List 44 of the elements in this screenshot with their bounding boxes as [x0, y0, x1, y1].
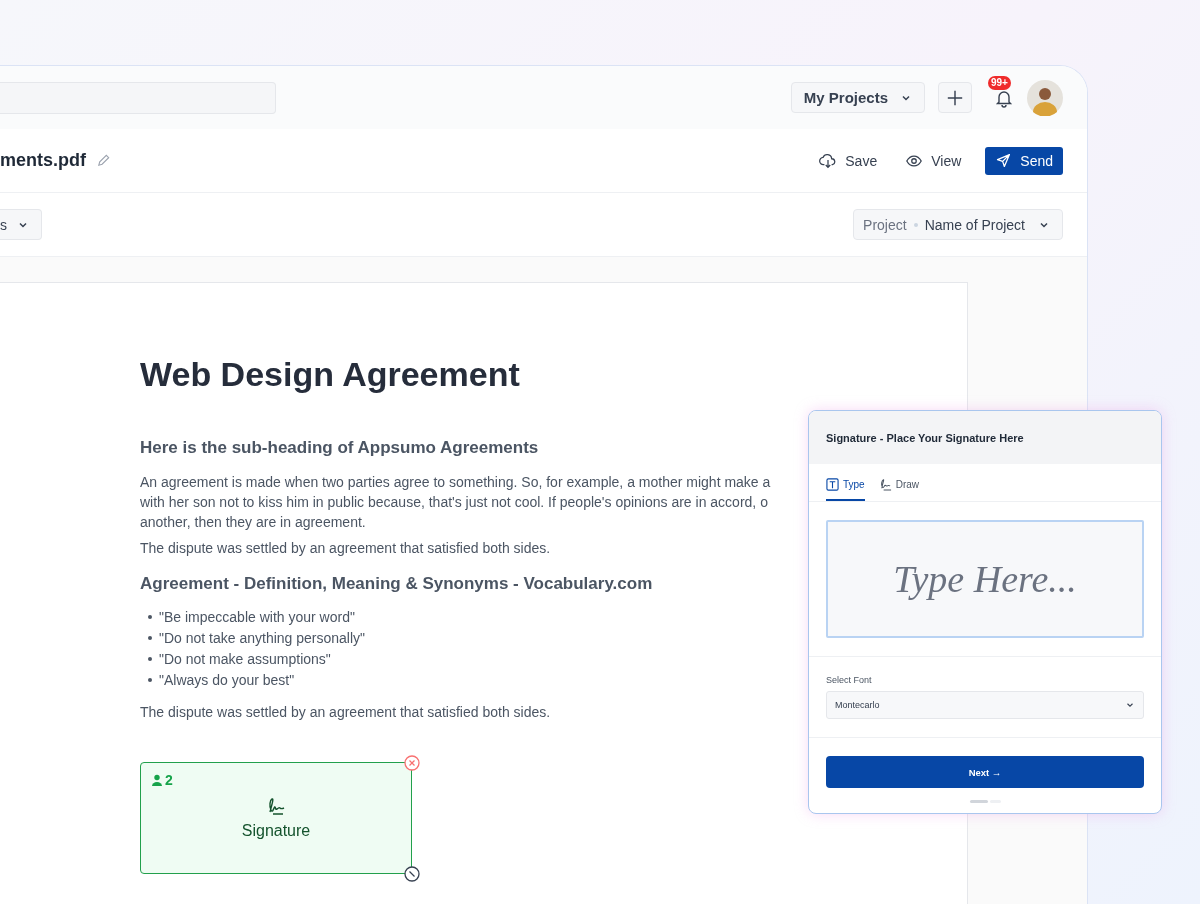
list-item: "Do not make assumptions"	[159, 650, 331, 667]
bullet-icon	[148, 656, 152, 661]
cloud-download-icon	[819, 151, 838, 170]
notification-badge: 99+	[988, 75, 1011, 90]
plus-icon	[946, 88, 964, 107]
signature-icon	[878, 478, 892, 491]
section-heading: Agreement - Definition, Meaning & Synonyms - Vocabulary.com	[140, 574, 653, 594]
tab[interactable]: Type	[826, 464, 865, 501]
project-dropdown[interactable]: Project Name of Project	[853, 209, 1063, 240]
list-item: "Always do your best"	[159, 671, 295, 688]
close-icon[interactable]	[404, 755, 420, 771]
signature-field[interactable]: 2 Signature	[140, 762, 412, 874]
signer-number: 2	[165, 772, 173, 788]
bullet-icon	[148, 614, 152, 619]
paragraph: The dispute was settled by an agreement that satisfied both sides.	[140, 539, 551, 558]
paragraph-line: another, then they are in agreement.	[140, 513, 366, 532]
signature-input[interactable]: Type Here...	[826, 520, 1144, 638]
send-button[interactable]: Send	[985, 146, 1063, 175]
add-button[interactable]	[938, 82, 972, 113]
view-button[interactable]: View	[901, 151, 966, 170]
dialog-title: Signature - Place Your Signature Here	[826, 431, 1024, 444]
filter-dropdown[interactable]: s	[0, 209, 42, 240]
text-icon	[826, 478, 839, 491]
field-label: Select Font	[826, 675, 873, 685]
next-button[interactable]: Next →	[826, 756, 1144, 788]
paper-plane-icon	[995, 152, 1013, 169]
person-icon	[151, 774, 163, 786]
signature-label: Signature	[241, 822, 311, 840]
paragraph-line: with her son not to kiss him in public because, that's just not cool. If people's opinions are in accord, o	[140, 493, 768, 512]
font-select[interactable]: Montecarlo	[826, 691, 1144, 719]
avatar-icon[interactable]	[1027, 79, 1063, 116]
list-item: "Do not take anything personally"	[159, 629, 366, 646]
document-title: Web Design Agreement	[140, 355, 521, 394]
resize-handle-icon[interactable]	[404, 866, 420, 882]
paragraph: The dispute was settled by an agreement that satisfied both sides.	[140, 703, 551, 722]
bullet-icon	[148, 677, 152, 682]
bullet-icon	[148, 635, 152, 640]
tab[interactable]: Draw	[878, 464, 920, 501]
paragraph-line: An agreement is made when two parties agree to something. So, for example, a mother might make a	[140, 473, 771, 492]
projects-dropdown[interactable]: My Projects	[790, 82, 925, 113]
list-item: "Be impeccable with your word"	[159, 608, 355, 625]
document-subheading: Here is the sub-heading of Appsumo Agreements	[140, 438, 539, 458]
file-name: ments.pdf	[0, 150, 86, 171]
save-button[interactable]: Save	[815, 151, 882, 170]
